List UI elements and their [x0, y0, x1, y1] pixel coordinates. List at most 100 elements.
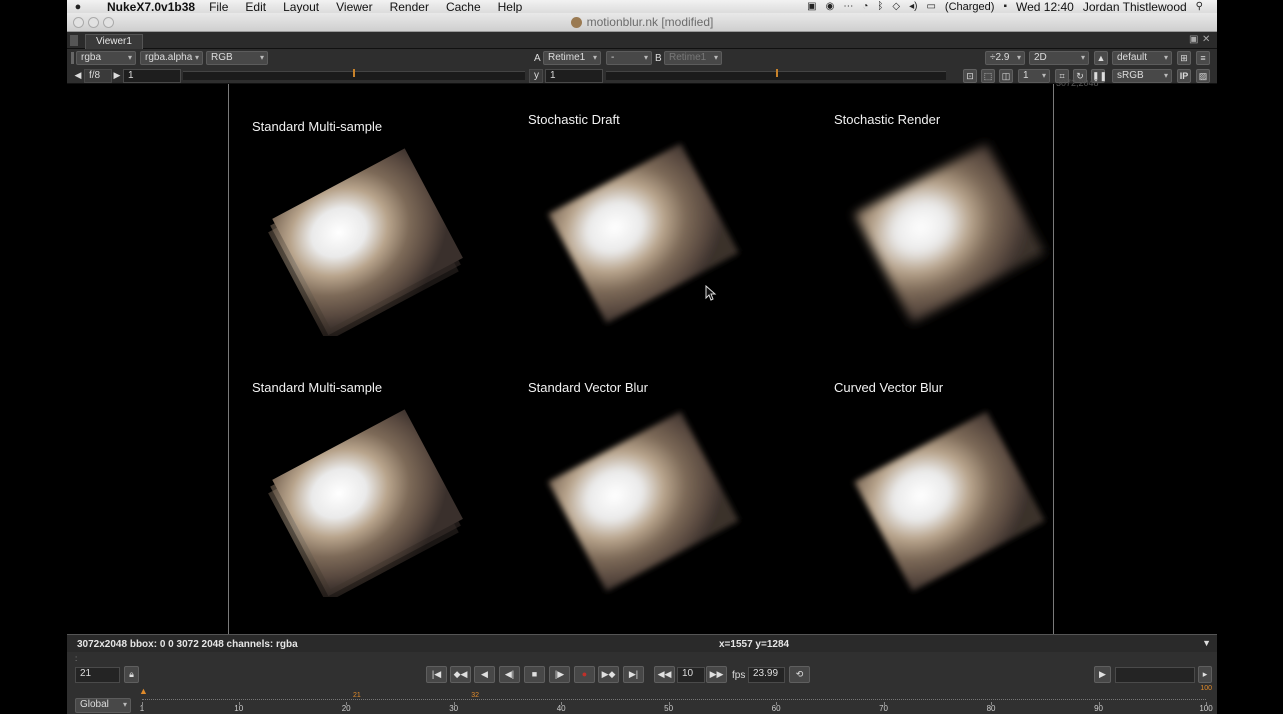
viewer-controls-row1: rgba rgba.alpha RGB A Retime1 - B Retime… [67, 49, 1217, 67]
row-grip-icon [71, 52, 74, 64]
gain-right-arrow-icon[interactable]: ▶ [112, 69, 122, 83]
roi-icon[interactable]: ⊞ [1177, 51, 1191, 65]
stop-button[interactable]: ■ [524, 666, 545, 683]
menu-viewer[interactable]: Viewer [336, 0, 372, 14]
gamma-label: y [529, 69, 543, 83]
play-forward-button[interactable]: |▶ [549, 666, 570, 683]
dots-handle-icon: : [75, 654, 78, 663]
clock[interactable]: Wed 12:40 [1016, 0, 1074, 14]
loop-mode-icon[interactable]: ⟲ [789, 666, 810, 683]
record-button[interactable]: ● [574, 666, 595, 683]
input-process-button[interactable]: IP [1177, 69, 1191, 83]
clip-warning-icon[interactable]: ▨ [1196, 69, 1210, 83]
display-dropdown[interactable]: RGB [206, 51, 268, 65]
previous-frame-button[interactable]: ◀ [474, 666, 495, 683]
status-menus: ▣ ◉ ⋯ ◔ ᛒ ◇ ◂) ▭ (Charged) ▪ Wed 12:40 J… [807, 0, 1217, 14]
menu-file[interactable]: File [209, 0, 228, 14]
lock-range-icon[interactable]: 🔒︎ [124, 666, 139, 683]
flag-icon[interactable]: ▪ [1003, 1, 1007, 12]
menu-layout[interactable]: Layout [283, 0, 319, 14]
app-menu[interactable]: NukeX7.0v1b38 [107, 0, 195, 14]
blur-image-6 [854, 411, 1045, 592]
wipe-operation-dropdown[interactable]: - [606, 51, 652, 65]
range-arrow-icon[interactable]: ▸ [1198, 666, 1212, 683]
last-frame-button[interactable]: ▶| [623, 666, 644, 683]
gain-slider[interactable] [183, 69, 525, 80]
play-backward-button[interactable]: ◀| [499, 666, 520, 683]
blur-image-2 [548, 143, 739, 324]
time-machine-icon[interactable]: ◔ [862, 1, 868, 12]
panel-handle-icon[interactable] [70, 35, 78, 46]
proxy-dropdown[interactable]: 1 [1018, 69, 1050, 83]
caption-curved-vector-blur: Curved Vector Blur [834, 380, 944, 395]
gain-field[interactable]: 1 [123, 69, 181, 83]
close-window-button[interactable] [73, 17, 84, 28]
timeline-keyframe-marker[interactable]: 32 [471, 692, 479, 699]
gamma-slider[interactable] [606, 69, 946, 80]
view-mode-dropdown[interactable]: 2D [1029, 51, 1089, 65]
info-collapse-icon[interactable]: ▼ [1202, 638, 1211, 648]
float-panel-icon[interactable]: ▣ [1189, 34, 1198, 45]
user-name[interactable]: Jordan Thistlewood [1083, 0, 1187, 14]
channels-dropdown[interactable]: rgba [76, 51, 136, 65]
colorspace-dropdown[interactable]: sRGB [1112, 69, 1172, 83]
next-keyframe-button[interactable]: ▶◆ [598, 666, 619, 683]
step-back-increment-button[interactable]: ◀◀ [654, 666, 675, 683]
range-start-marker-icon[interactable]: ▲ [139, 686, 148, 696]
battery-status: (Charged) [944, 0, 995, 13]
minimize-window-button[interactable] [88, 17, 99, 28]
step-forward-increment-button[interactable]: ▶▶ [706, 666, 727, 683]
range-mode-dropdown[interactable]: Global [75, 698, 131, 713]
close-panel-icon[interactable]: ✕ [1202, 34, 1210, 45]
safe-area-icon[interactable]: ⬚ [981, 69, 995, 83]
increment-field[interactable]: 10 [677, 667, 705, 683]
timeline-keyframe-marker[interactable]: 21 [353, 692, 361, 699]
proxy-icon[interactable]: ◫ [999, 69, 1013, 83]
gain-fstop-field[interactable]: f/8 [84, 69, 112, 83]
menu-render[interactable]: Render [390, 0, 429, 14]
document-icon [570, 16, 582, 28]
menu-help[interactable]: Help [498, 0, 523, 14]
gamma-slider-handle[interactable] [776, 69, 778, 77]
menu-extra-icon[interactable]: ⋯ [843, 1, 853, 12]
first-frame-button[interactable]: |◀ [426, 666, 447, 683]
sample-standard-multisample-2: Standard Multi-sample [252, 377, 492, 607]
wifi-icon[interactable]: ◇ [892, 1, 900, 12]
gamma-field[interactable]: 1 [545, 69, 603, 83]
lut-dropdown[interactable]: default [1112, 51, 1172, 65]
menu-lines-icon[interactable]: ≡ [1196, 51, 1210, 65]
current-frame-field[interactable]: 21 [75, 667, 120, 683]
timeline-slider[interactable]: ▲ 100 1 10 20 30 40 50 60 70 80 90 100 21 32 [139, 685, 1213, 714]
timeline-range-field[interactable] [1115, 667, 1195, 683]
mouse-pointer-icon [705, 285, 717, 301]
input-b-dropdown[interactable]: Retime1 [664, 51, 722, 65]
gain-left-arrow-icon[interactable]: ◀ [73, 69, 83, 83]
zoom-dropdown[interactable]: ÷2.9 [985, 51, 1025, 65]
flipbook-icon[interactable]: ▶ [1094, 666, 1111, 683]
zoom-window-button[interactable] [103, 17, 114, 28]
fps-label: fps [732, 670, 746, 681]
roi-toggle-icon[interactable]: ⊡ [963, 69, 977, 83]
tab-viewer1[interactable]: Viewer1 [85, 34, 143, 49]
fps-field[interactable]: 23.99 [748, 667, 785, 683]
alpha-channel-dropdown[interactable]: rgba.alpha [140, 51, 203, 65]
viewer-canvas[interactable]: 3072,2048 Standard Multi-sample Stochast… [67, 78, 1217, 635]
menu-edit[interactable]: Edit [245, 0, 266, 14]
sample-standard-multisample-1: Standard Multi-sample [252, 116, 492, 336]
volume-icon[interactable]: ◂) [909, 1, 917, 12]
spotlight-search-icon[interactable]: ⚲ [1196, 1, 1203, 12]
bluetooth-icon[interactable]: ᛒ [877, 1, 883, 12]
screen-icon[interactable]: ▣ [807, 1, 816, 12]
gain-slider-handle[interactable] [353, 69, 355, 77]
timeline-tick-label: 20 [341, 704, 351, 713]
timeline-tick-label: 30 [449, 704, 459, 713]
lock-icon[interactable]: ▲ [1094, 51, 1108, 65]
menu-cache[interactable]: Cache [446, 0, 481, 14]
apple-icon[interactable]: ● [67, 1, 89, 13]
timeline-tick-label: 70 [879, 704, 889, 713]
input-a-dropdown[interactable]: Retime1 [543, 51, 601, 65]
sync-icon[interactable]: ◉ [826, 1, 835, 12]
previous-keyframe-button[interactable]: ◆◀ [450, 666, 471, 683]
battery-icon[interactable]: ▭ [926, 1, 935, 12]
input-a-label: A [534, 53, 541, 64]
